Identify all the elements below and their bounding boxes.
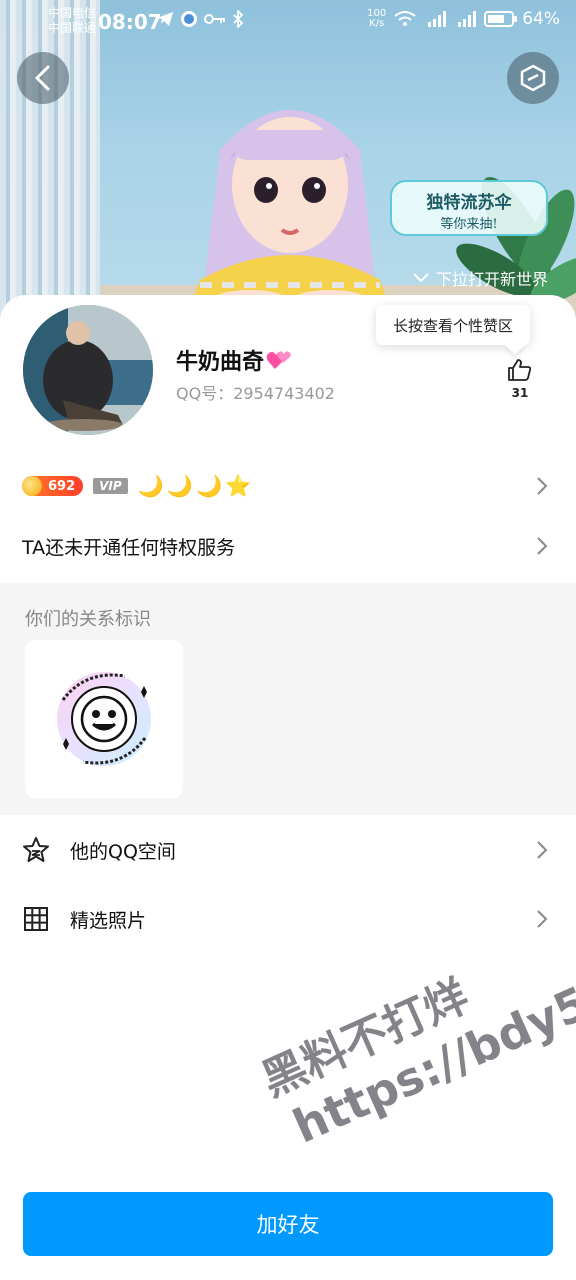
like-tooltip: 长按查看个性赞区 xyxy=(376,305,530,345)
vip-badge: VIP xyxy=(93,478,128,494)
system-indicators: 100 K/s 64% xyxy=(367,8,560,30)
promo-bubble[interactable]: 独特流苏伞 等你来抽! xyxy=(390,180,548,236)
qq-number: QQ号：2954743402 xyxy=(176,384,335,403)
promo-subtitle: 等你来抽! xyxy=(440,217,498,232)
relation-badge-card[interactable] xyxy=(25,640,183,798)
curtain-decoration xyxy=(0,0,100,330)
cartoon-character-image xyxy=(190,110,390,310)
carrier-2: 中国联通 xyxy=(48,21,97,35)
privilege-text: TA还未开通任何特权服务 xyxy=(22,536,236,559)
nickname: 牛奶曲奇 xyxy=(176,344,292,376)
grid-icon xyxy=(24,907,48,931)
chevron-left-icon xyxy=(34,65,50,91)
level-icons: 🌙🌙🌙⭐ xyxy=(137,473,255,498)
signal-4g-icon xyxy=(458,11,477,27)
like-count: 31 xyxy=(511,386,529,400)
photos-label: 精选照片 xyxy=(70,909,147,932)
photos-row[interactable]: 精选照片 xyxy=(0,891,576,947)
thumbs-up-icon xyxy=(508,359,532,381)
chevron-right-icon xyxy=(537,537,548,555)
bluetooth-icon xyxy=(233,10,244,28)
nickname-text: 牛奶曲奇 xyxy=(176,350,265,375)
carrier-labels: 中国电信 中国联通 xyxy=(48,6,96,36)
network-speed: 100 K/s xyxy=(367,8,387,29)
battery-percent: 64% xyxy=(522,9,560,29)
chevron-right-icon xyxy=(537,910,548,928)
battery-icon xyxy=(484,11,518,27)
coin-level-badge: 692 xyxy=(22,476,84,496)
back-button[interactable] xyxy=(17,52,69,104)
telegram-icon xyxy=(157,12,173,26)
privilege-row[interactable]: TA还未开通任何特权服务 xyxy=(0,525,576,567)
promo-title: 独特流苏伞 xyxy=(426,193,512,213)
notification-icons xyxy=(156,10,244,28)
chevron-down-icon xyxy=(413,273,429,283)
coin-icon xyxy=(22,476,42,496)
key-icon xyxy=(204,14,225,24)
relation-section: 你们的关系标识 xyxy=(0,583,576,815)
avatar[interactable] xyxy=(23,305,153,435)
double-heart-icon xyxy=(266,351,291,369)
coin-level: 692 xyxy=(48,478,76,494)
qzone-row[interactable]: 他的QQ空间 xyxy=(0,822,576,878)
hero-banner[interactable]: 独特流苏伞 等你来抽! 下拉打开新世界 xyxy=(0,0,576,330)
like-button[interactable]: 31 xyxy=(500,358,540,400)
carrier-1: 中国电信 xyxy=(48,6,97,20)
status-bar: 中国电信 中国联通 08:07 100 K/s 64% xyxy=(0,0,576,44)
qzone-label: 他的QQ空间 xyxy=(70,840,176,863)
relation-badge-icon xyxy=(57,672,151,766)
clock: 08:07 xyxy=(98,10,162,34)
chevron-right-icon xyxy=(537,477,548,495)
browser-icon xyxy=(181,11,197,27)
badge-row[interactable]: 692 VIP 🌙🌙🌙⭐ xyxy=(0,466,576,506)
more-options-button[interactable] xyxy=(507,52,559,104)
star-icon xyxy=(23,837,49,862)
pull-down-hint[interactable]: 下拉打开新世界 xyxy=(412,266,548,290)
hexagon-icon xyxy=(520,64,546,92)
relation-title: 你们的关系标识 xyxy=(25,609,151,630)
chevron-right-icon xyxy=(537,841,548,859)
pull-down-hint-label: 下拉打开新世界 xyxy=(436,270,549,289)
add-friend-button[interactable]: 加好友 xyxy=(23,1192,553,1256)
wifi-icon xyxy=(394,11,416,26)
signal-5g-icon xyxy=(428,11,447,27)
